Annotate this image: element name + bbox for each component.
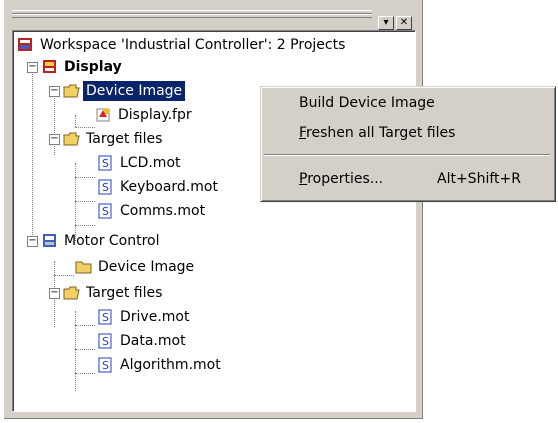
panel-titlebar[interactable]: ▾ ✕ — [10, 4, 418, 30]
tree-item-label: Motor Control — [64, 233, 160, 249]
close-button[interactable]: ✕ — [396, 16, 412, 30]
tree-item-label: LCD.mot — [120, 155, 181, 171]
folder-open-icon — [63, 285, 81, 301]
menu-item-shortcut: Alt+Shift+R — [437, 171, 521, 187]
svg-text:S: S — [102, 359, 109, 372]
svg-text:S: S — [102, 335, 109, 348]
tree-item-label: Drive.mot — [120, 309, 190, 325]
menu-item-properties[interactable]: Properties... Alt+Shift+R — [261, 167, 555, 191]
folder-open-icon — [63, 83, 81, 99]
tree-item-display[interactable]: − Display — [17, 57, 407, 79]
tree-item-label: Display — [64, 59, 122, 75]
mot-file-icon: S — [97, 155, 115, 171]
tree-item-label: Comms.mot — [120, 203, 206, 219]
menu-item-build-device-image[interactable]: Build Device Image — [261, 91, 555, 115]
mot-file-icon: S — [97, 203, 115, 219]
collapse-icon[interactable]: − — [27, 236, 38, 247]
tree-item-algorithm-mot[interactable]: S Algorithm.mot — [17, 355, 407, 377]
svg-text:S: S — [102, 157, 109, 170]
svg-text:S: S — [102, 205, 109, 218]
menu-item-freshen-target-files[interactable]: Freshen all Target files — [261, 121, 555, 145]
tree-root[interactable]: Workspace 'Industrial Controller': 2 Pro… — [17, 35, 407, 57]
tree-item-label: Device Image — [98, 259, 195, 275]
project-icon — [41, 59, 59, 75]
workspace-icon — [17, 37, 35, 53]
tree-item-label: Data.mot — [120, 333, 186, 349]
tree-item-label: Device Image — [83, 81, 186, 101]
tree-item-data-mot[interactable]: S Data.mot — [17, 331, 407, 353]
workspace-panel: ▾ ✕ Workspace 'Industrial Controller': 2… — [4, 0, 423, 419]
tree-item-motor-control[interactable]: − Motor Control — [17, 231, 407, 253]
tree-item-label: Algorithm.mot — [120, 357, 221, 373]
svg-text:S: S — [102, 181, 109, 194]
tree-item-comms-mot[interactable]: S Comms.mot — [17, 201, 407, 223]
drag-grip-line[interactable] — [12, 14, 372, 18]
menu-separator — [264, 154, 550, 156]
mot-file-icon: S — [97, 357, 115, 373]
tree-line — [75, 225, 95, 226]
tree-line — [75, 127, 95, 128]
collapse-icon[interactable]: − — [49, 86, 60, 97]
collapse-icon[interactable]: − — [49, 134, 60, 145]
tree-item-label: Target files — [86, 285, 163, 301]
folder-icon — [75, 259, 93, 275]
collapse-icon[interactable]: − — [49, 288, 60, 299]
project-icon — [41, 233, 59, 249]
workspace-root-label: Workspace 'Industrial Controller': 2 Pro… — [40, 37, 346, 53]
mot-file-icon: S — [97, 309, 115, 325]
folder-open-icon — [63, 131, 81, 147]
context-menu: Build Device Image Freshen all Target fi… — [260, 86, 556, 202]
mot-file-icon: S — [97, 179, 115, 195]
tree-item-device-image[interactable]: Device Image — [17, 257, 407, 279]
collapse-icon[interactable]: − — [27, 62, 38, 73]
fpr-file-icon — [95, 107, 113, 123]
menu-item-label: Freshen all Target files — [299, 125, 456, 141]
tree-item-label: Display.fpr — [118, 107, 192, 123]
mot-file-icon: S — [97, 333, 115, 349]
pin-button[interactable]: ▾ — [378, 16, 394, 30]
tree-item-target-files[interactable]: − Target files — [17, 283, 407, 305]
menu-item-label: Properties... — [299, 171, 384, 187]
svg-text:S: S — [102, 311, 109, 324]
tree-item-drive-mot[interactable]: S Drive.mot — [17, 307, 407, 329]
menu-item-label: Build Device Image — [299, 95, 435, 111]
tree-item-label: Target files — [86, 131, 163, 147]
tree-item-label: Keyboard.mot — [120, 179, 218, 195]
